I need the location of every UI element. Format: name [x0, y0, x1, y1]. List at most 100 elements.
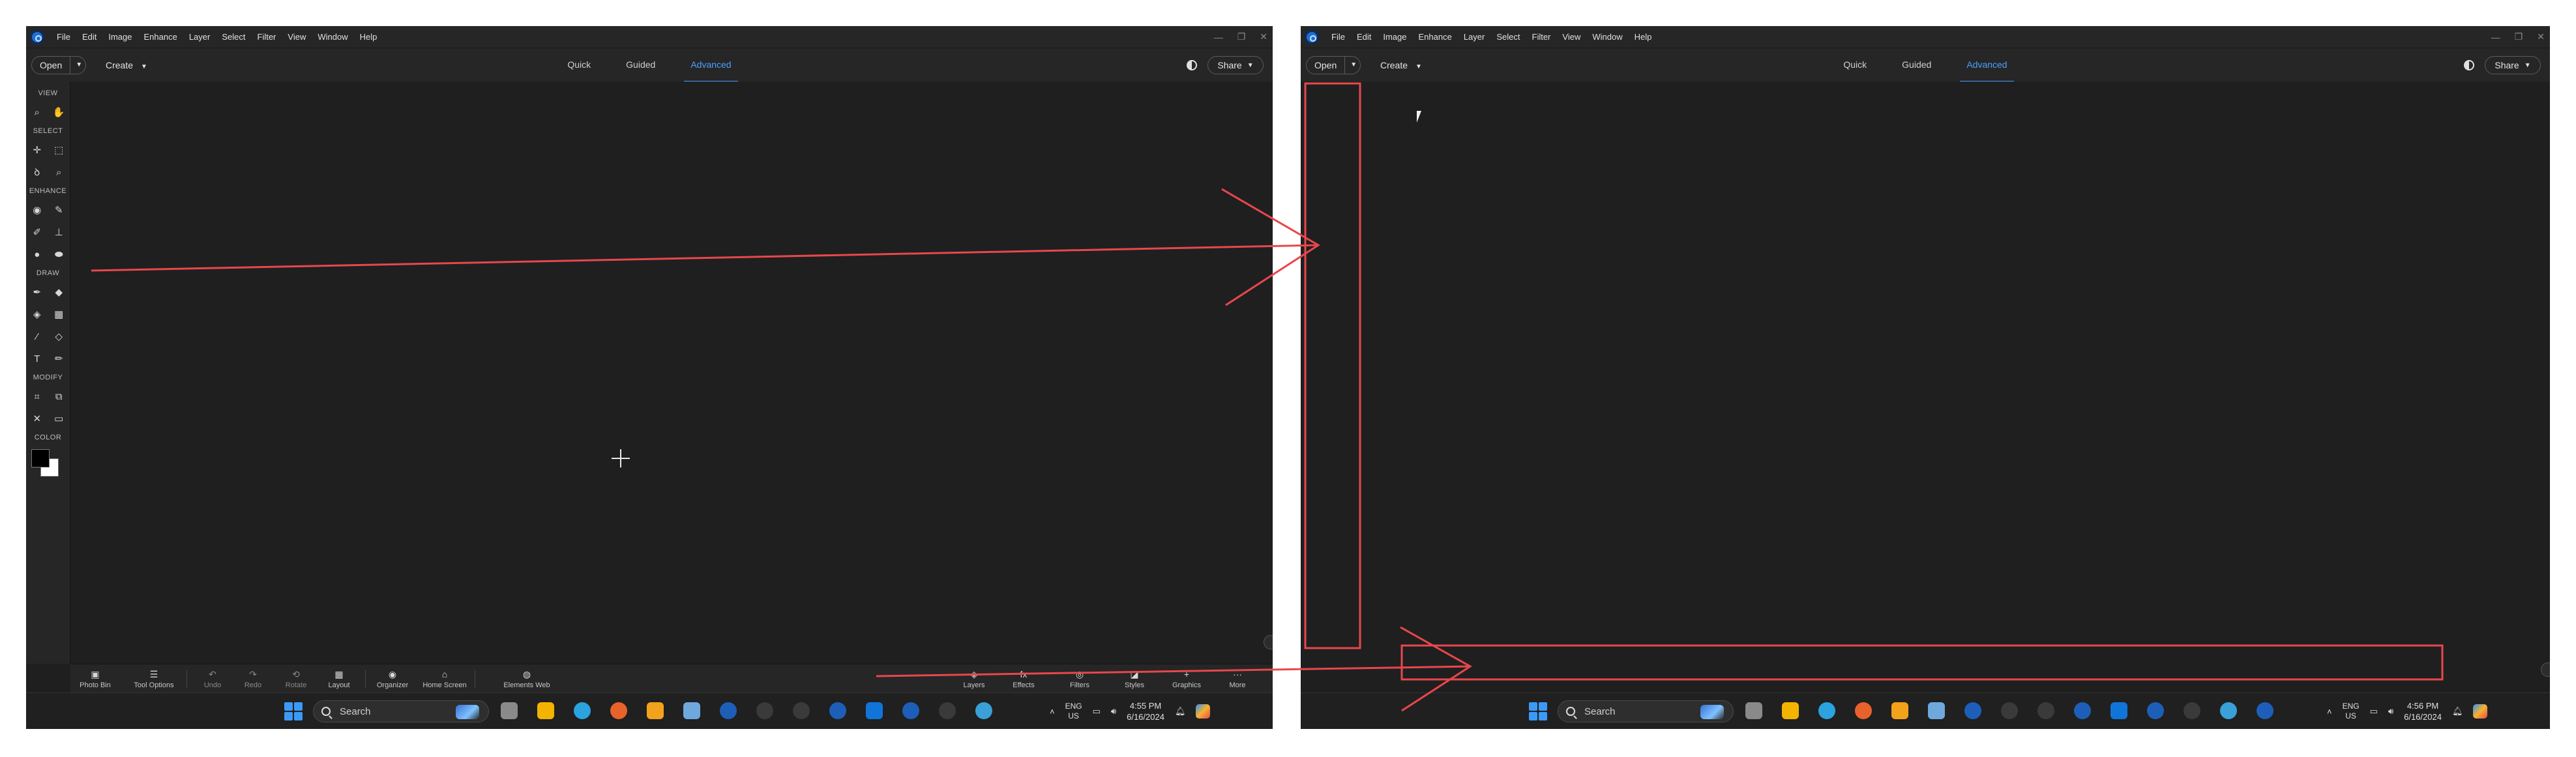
elements-icon[interactable] — [1964, 702, 1981, 719]
copilot-icon[interactable] — [1196, 704, 1211, 719]
organizer-button[interactable]: ◉ Organizer — [368, 664, 417, 693]
menu-file[interactable]: File — [51, 26, 76, 48]
taskbar-search[interactable]: Search — [313, 700, 489, 722]
volume-icon[interactable]: 🔊︎ — [1111, 706, 1116, 717]
menu-edit[interactable]: Edit — [76, 26, 102, 48]
tab-advanced[interactable]: Advanced — [684, 48, 738, 82]
photoshop-elements-icon[interactable] — [829, 702, 846, 719]
search-app-icon[interactable] — [1891, 702, 1908, 719]
menu-select[interactable]: Select — [216, 26, 251, 48]
chevron-down-icon[interactable]: ▼ — [1345, 61, 1362, 68]
windows-start-icon[interactable] — [284, 702, 303, 720]
photoshop-elements-icon[interactable] — [2074, 702, 2091, 719]
move-tool-icon[interactable]: ✛ — [31, 144, 43, 156]
copilot-icon[interactable] — [2473, 704, 2488, 719]
workspace-canvas[interactable] — [1301, 82, 2550, 692]
minimize-icon[interactable]: — — [1214, 32, 1223, 42]
menu-image[interactable]: Image — [102, 26, 138, 48]
premiere-elements-icon[interactable] — [2147, 702, 2164, 719]
open-button[interactable]: Open ▼ — [1306, 55, 1362, 74]
close-icon[interactable]: ✕ — [2537, 31, 2545, 42]
clock[interactable]: 4:56 PM 6/16/2024 — [2404, 700, 2442, 722]
menu-window[interactable]: Window — [1586, 26, 1628, 48]
menu-filter[interactable]: Filter — [1526, 26, 1557, 48]
bell-icon[interactable]: 🔔︎ — [1175, 706, 1186, 717]
lasso-tool-icon[interactable]: ꝺ — [31, 166, 43, 178]
home-screen-button[interactable]: ⌂ Home Screen — [420, 664, 469, 693]
menu-image[interactable]: Image — [1377, 26, 1412, 48]
crop-tool-icon[interactable]: ⌗ — [31, 391, 43, 402]
menu-help[interactable]: Help — [354, 26, 383, 48]
elements-icon[interactable] — [720, 702, 737, 719]
close-icon[interactable]: ✕ — [1260, 31, 1267, 42]
network-icon[interactable]: ▭ — [1093, 706, 1101, 717]
blur-tool-icon[interactable]: ● — [31, 248, 43, 260]
workspace-canvas[interactable] — [70, 82, 1273, 664]
taskbar-search[interactable]: Search — [1558, 700, 1734, 722]
firefox-icon[interactable] — [610, 702, 627, 719]
menu-enhance[interactable]: Enhance — [1413, 26, 1458, 48]
filters-button[interactable]: ◎ Filters — [1055, 664, 1104, 693]
elements-editor-icon[interactable] — [2001, 702, 2018, 719]
straighten-tool-icon[interactable]: ▭ — [53, 413, 65, 424]
create-button[interactable]: Create ▼ — [1380, 60, 1422, 70]
redo-button[interactable]: ↷ Redo — [228, 664, 278, 693]
effects-button[interactable]: fx Effects — [999, 664, 1048, 693]
spot-healing-tool-icon[interactable]: ✎ — [53, 204, 65, 216]
clock[interactable]: 4:55 PM 6/16/2024 — [1127, 700, 1164, 722]
foreground-color-swatch[interactable] — [31, 449, 50, 468]
bell-icon[interactable]: 🔔︎ — [2452, 706, 2463, 717]
menu-help[interactable]: Help — [1629, 26, 1658, 48]
network-icon[interactable]: ▭ — [2370, 706, 2378, 717]
tab-guided[interactable]: Guided — [619, 48, 662, 82]
content-aware-move-tool-icon[interactable]: ✕ — [31, 413, 43, 424]
menu-view[interactable]: View — [1556, 26, 1586, 48]
menu-view[interactable]: View — [282, 26, 312, 48]
eraser-tool-icon[interactable]: ◆ — [53, 286, 65, 298]
type-tool-icon[interactable]: T — [31, 353, 43, 364]
marquee-tool-icon[interactable]: ⬚ — [53, 144, 65, 156]
recompose-tool-icon[interactable]: ⧉ — [53, 391, 65, 402]
file-explorer-icon[interactable] — [537, 702, 554, 719]
elements-app-icon[interactable] — [2184, 702, 2200, 719]
open-button[interactable]: Open ▼ — [31, 55, 86, 74]
telegram-icon[interactable] — [1818, 702, 1835, 719]
photos-app-icon[interactable] — [1928, 702, 1945, 719]
volume-icon[interactable]: 🔊︎ — [2388, 706, 2393, 717]
elements-organizer-icon[interactable] — [2037, 702, 2054, 719]
tab-quick[interactable]: Quick — [561, 48, 597, 82]
smart-brush-tool-icon[interactable]: ✐ — [31, 226, 43, 238]
zoom-tool-icon[interactable]: ⌕ — [31, 106, 43, 118]
clone-stamp-tool-icon[interactable]: ⊥ — [53, 226, 65, 238]
menu-layer[interactable]: Layer — [183, 26, 216, 48]
share-button[interactable]: Share ▼ — [2485, 56, 2541, 74]
menu-filter[interactable]: Filter — [252, 26, 282, 48]
theme-toggle-icon[interactable] — [2464, 60, 2474, 70]
graphics-button[interactable]: + Graphics — [1162, 664, 1211, 693]
firefox-icon[interactable] — [1855, 702, 1872, 719]
elements-editor-icon[interactable] — [756, 702, 773, 719]
tab-advanced[interactable]: Advanced — [1960, 48, 2014, 82]
photos-app-icon[interactable] — [683, 702, 700, 719]
create-button[interactable]: Create ▼ — [106, 60, 147, 70]
brush-tool-icon[interactable]: ✒ — [31, 286, 43, 298]
hand-tool-icon[interactable]: ✋ — [53, 106, 65, 118]
theme-toggle-icon[interactable] — [1187, 60, 1197, 70]
layout-button[interactable]: ▦ Layout — [314, 664, 364, 693]
pencil-tool-icon[interactable]: ✏ — [53, 353, 65, 364]
gradient-tool-icon[interactable]: ▦ — [53, 308, 65, 320]
maximize-icon[interactable]: ❐ — [2515, 31, 2523, 42]
chevron-up-icon[interactable]: ˄ — [2327, 707, 2332, 717]
elements-app-icon[interactable] — [939, 702, 956, 719]
color-swatches[interactable] — [26, 447, 70, 486]
menu-select[interactable]: Select — [1490, 26, 1526, 48]
browser-app-icon[interactable] — [2220, 702, 2237, 719]
menu-edit[interactable]: Edit — [1351, 26, 1377, 48]
menu-file[interactable]: File — [1325, 26, 1351, 48]
elements-organizer-icon[interactable] — [793, 702, 810, 719]
red-eye-tool-icon[interactable]: ◉ — [31, 204, 43, 216]
search-app-icon[interactable] — [647, 702, 664, 719]
elements-running-icon[interactable] — [2257, 702, 2273, 719]
maximize-icon[interactable]: ❐ — [1237, 31, 1246, 42]
tab-quick[interactable]: Quick — [1837, 48, 1873, 82]
